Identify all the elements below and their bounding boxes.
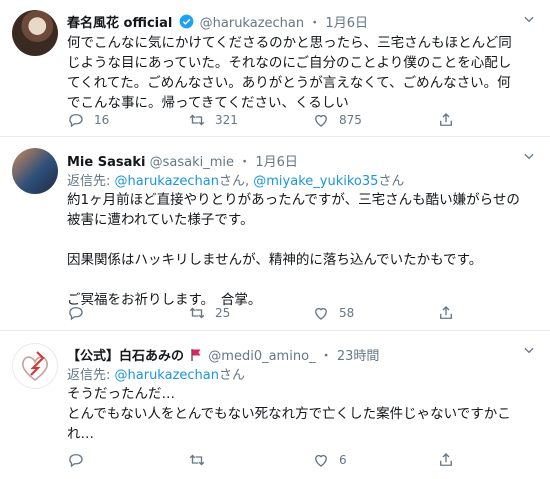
- tweet-text: そうだったんだ… とんでもない人をとんでもない死なれ方で亡くした案件じゃないです…: [67, 384, 532, 444]
- reply-button[interactable]: [67, 304, 94, 322]
- separator: ・: [308, 16, 322, 31]
- tweet-actions: 16 321 875: [67, 111, 467, 129]
- mention-link[interactable]: @harukazechan: [115, 368, 219, 383]
- text-line: 被害に遭われていた様子です。: [67, 212, 254, 228]
- retweet-count: 321: [215, 113, 238, 127]
- flag-icon: [191, 349, 201, 361]
- tweet-header: 春名風花 official @harukazechan ・ 1月6日: [67, 12, 368, 31]
- reply-icon: [69, 454, 83, 468]
- heart-icon: [315, 114, 327, 127]
- tweet-actions: 25 58: [67, 304, 467, 322]
- retweet-icon: [189, 307, 205, 319]
- tweet-header: Mie Sasaki @sasaki_mie ・ 1月6日: [67, 151, 298, 170]
- chevron-down-icon[interactable]: [522, 343, 536, 357]
- text-line: じような目にあっていた。それなのにご自分のことより僕のことを心配し: [67, 55, 512, 71]
- reply-context: 返信先: @harukazechanさん, @miyake_yukiko35さん: [67, 170, 404, 189]
- tweet-header: 【公式】白石あみの @medi0_amino_ ・ 23時間: [67, 345, 379, 364]
- tweet[interactable]: 春名風花 official @harukazechan ・ 1月6日 何でこんな…: [0, 0, 550, 137]
- retweet-button[interactable]: 321: [188, 111, 238, 129]
- chevron-down-icon[interactable]: [522, 149, 536, 163]
- like-button[interactable]: 6: [312, 451, 347, 469]
- reply-suffix: さん: [219, 368, 246, 383]
- text-line: とんでもない人をとんでもない死なれ方で亡くした案件じゃないですかこ: [67, 406, 511, 422]
- reply-context: 返信先: @harukazechanさん: [67, 364, 245, 383]
- like-count: 875: [339, 113, 362, 127]
- text-line: 何でこんなに気にかけてくださるのかと思ったら、三宅さんもほとんど同: [67, 35, 512, 51]
- share-button[interactable]: [437, 111, 455, 129]
- retweet-button[interactable]: 25: [188, 304, 230, 322]
- share-button[interactable]: [437, 451, 455, 469]
- timestamp[interactable]: 1月6日: [255, 155, 298, 170]
- retweet-icon: [189, 454, 205, 466]
- verified-badge-icon: [179, 14, 193, 29]
- heart-logo-icon: [21, 351, 49, 382]
- like-button[interactable]: 875: [312, 111, 362, 129]
- reply-button[interactable]: [67, 451, 94, 469]
- chevron-down-icon[interactable]: [522, 12, 536, 26]
- display-name[interactable]: 春名風花 official: [67, 16, 172, 31]
- reply-prefix: 返信先:: [67, 368, 115, 383]
- share-icon: [440, 306, 452, 319]
- display-name[interactable]: 【公式】白石あみの: [67, 349, 184, 364]
- tweet[interactable]: Mie Sasaki @sasaki_mie ・ 1月6日 返信先: @haru…: [0, 137, 550, 331]
- user-handle[interactable]: @medi0_amino_: [208, 349, 315, 364]
- reply-count: 16: [94, 113, 110, 127]
- tweet-actions: 6: [67, 451, 467, 469]
- mention-link[interactable]: @miyake_yukiko35: [253, 174, 378, 189]
- text-line: れ…: [67, 426, 94, 442]
- text-line: 約1ヶ月前ほど直接やりとりがあったんですが、三宅さんも酷い嫌がらせの: [67, 192, 520, 208]
- retweet-icon: [189, 114, 205, 126]
- reply-icon: [69, 114, 83, 128]
- avatar[interactable]: [12, 343, 58, 389]
- separator: ・: [238, 155, 252, 170]
- text-line: 因果関係はハッキリしませんが、精神的に落ち込んでいたかもです。: [67, 252, 483, 268]
- timestamp[interactable]: 23時間: [337, 349, 380, 364]
- tweet-text: 約1ヶ月前ほど直接やりとりがあったんですが、三宅さんも酷い嫌がらせの 被害に遭わ…: [67, 190, 532, 310]
- tweet[interactable]: 【公式】白石あみの @medi0_amino_ ・ 23時間 返信先: @har…: [0, 331, 550, 479]
- user-handle[interactable]: @sasaki_mie: [150, 155, 234, 170]
- display-name[interactable]: Mie Sasaki: [67, 155, 145, 170]
- avatar[interactable]: [12, 148, 58, 194]
- tweet-text: 何でこんなに気にかけてくださるのかと思ったら、三宅さんもほとんど同 じような目に…: [67, 33, 532, 113]
- text-line: そうだったんだ…: [67, 386, 175, 402]
- share-button[interactable]: [437, 304, 455, 322]
- reply-icon: [69, 307, 83, 321]
- reply-prefix: 返信先:: [67, 174, 115, 189]
- timestamp[interactable]: 1月6日: [325, 16, 368, 31]
- retweet-count: 25: [215, 306, 231, 320]
- share-icon: [440, 453, 452, 466]
- like-count: 6: [339, 453, 347, 467]
- share-icon: [440, 113, 452, 126]
- separator: ・: [319, 349, 333, 364]
- text-line: でこんな事に。帰ってきてください、くるしい: [67, 95, 349, 111]
- like-count: 58: [339, 306, 355, 320]
- user-handle[interactable]: @harukazechan: [200, 16, 304, 31]
- retweet-button[interactable]: [188, 451, 215, 469]
- heart-icon: [315, 307, 327, 320]
- reply-suffix: さん,: [219, 174, 254, 189]
- avatar[interactable]: [12, 10, 58, 56]
- heart-icon: [315, 454, 327, 467]
- reply-suffix: さん: [378, 174, 405, 189]
- text-line: てくれてた。ごめんなさい。ありがとうが言えなくて、ごめんなさい。何: [67, 75, 511, 91]
- reply-button[interactable]: 16: [67, 111, 109, 129]
- mention-link[interactable]: @harukazechan: [115, 174, 219, 189]
- like-button[interactable]: 58: [312, 304, 354, 322]
